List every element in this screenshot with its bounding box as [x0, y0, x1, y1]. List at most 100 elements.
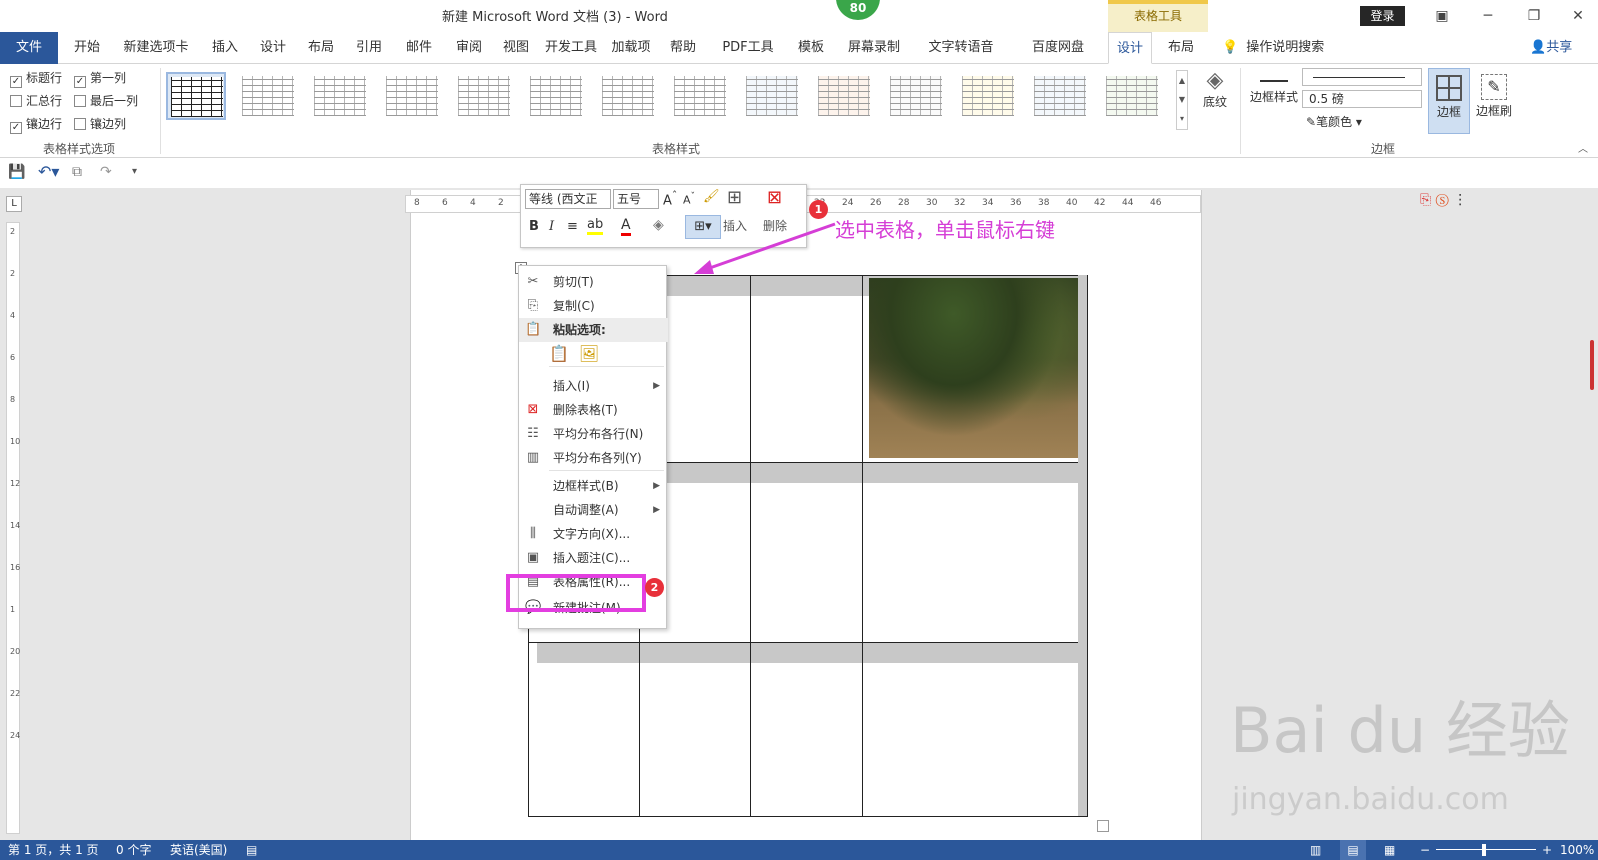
customize-qat-icon[interactable]: ▾	[132, 166, 137, 177]
context-menu-item[interactable]: 自动调整(A) ▶	[519, 498, 668, 522]
zoom-slider[interactable]	[1436, 849, 1536, 850]
font-color-icon[interactable]: A	[621, 217, 631, 236]
tab-selector-icon[interactable]: L	[6, 196, 22, 212]
style-option-checkbox[interactable]: 镶边列	[74, 114, 126, 134]
table-style-thumbnail[interactable]	[1102, 72, 1162, 120]
side-handle[interactable]	[1590, 340, 1594, 390]
style-option-checkbox[interactable]: ✓ 镶边行	[10, 114, 62, 134]
table-cell[interactable]	[862, 462, 1088, 643]
context-menu-item[interactable]: ⊠ 删除表格(T)	[519, 398, 668, 422]
paste-picture-icon[interactable]: 🖼	[579, 344, 599, 363]
login-button[interactable]: 登录	[1360, 6, 1405, 26]
tab-item[interactable]: 百度网盘	[1012, 32, 1104, 64]
table-style-thumbnail[interactable]	[598, 72, 658, 120]
tell-me-search[interactable]: 💡 操作说明搜索	[1222, 32, 1324, 64]
tab-item[interactable]: 帮助	[660, 32, 706, 64]
language-status[interactable]: 英语(美国)	[170, 840, 227, 860]
field-photo-image[interactable]	[869, 278, 1081, 458]
tab-item[interactable]: 邮件	[396, 32, 442, 64]
table-style-thumbnail[interactable]	[1030, 72, 1090, 120]
table-style-thumbnail[interactable]	[670, 72, 730, 120]
tab-item[interactable]: 布局	[298, 32, 344, 64]
pen-color-button[interactable]: ✎笔颜色 ▾	[1306, 113, 1362, 130]
style-option-checkbox[interactable]: 汇总行	[10, 91, 62, 111]
print-layout-icon[interactable]: ▤	[1340, 840, 1366, 860]
table-cell[interactable]	[639, 642, 751, 817]
table-cell[interactable]	[862, 642, 1088, 817]
font-name-select[interactable]: 等线 (西文正	[525, 189, 611, 209]
share-button[interactable]: 👤共享	[1530, 32, 1572, 64]
grow-font-icon[interactable]: Aˆ	[663, 189, 677, 208]
format-painter-icon[interactable]: 🖌	[703, 189, 720, 204]
table-style-thumbnail[interactable]	[166, 72, 226, 120]
table-style-thumbnail[interactable]	[310, 72, 370, 120]
word-count[interactable]: 0 个字	[116, 840, 151, 860]
font-size-select[interactable]: 五号	[613, 189, 659, 209]
borders-button[interactable]: 边框	[1428, 68, 1470, 134]
zoom-level[interactable]: 100%	[1560, 840, 1594, 860]
align-center-icon[interactable]: ≡	[567, 219, 578, 234]
tab-item[interactable]: 加载项	[604, 32, 658, 64]
tab-item[interactable]: 设计	[1108, 32, 1152, 64]
context-menu-item[interactable]: ☷ 平均分布各行(N)	[519, 422, 668, 446]
tab-item[interactable]: 模板	[788, 32, 834, 64]
read-mode-icon[interactable]: ▥	[1310, 840, 1321, 860]
minimize-icon[interactable]: ─	[1468, 4, 1508, 28]
table-style-thumbnail[interactable]	[958, 72, 1018, 120]
context-menu-item[interactable]: ▥ 平均分布各列(Y)	[519, 446, 668, 470]
table-resize-handle[interactable]	[1097, 820, 1109, 832]
tab-item[interactable]: 开发工具	[540, 32, 602, 64]
collapse-ribbon-icon[interactable]: ︿	[1578, 140, 1588, 155]
tab-item[interactable]: 引用	[346, 32, 392, 64]
macro-icon[interactable]: ▤	[246, 840, 257, 860]
web-layout-icon[interactable]: ▦	[1384, 840, 1395, 860]
table-style-thumbnail[interactable]	[742, 72, 802, 120]
tab-item[interactable]: 新建选项卡	[112, 32, 200, 64]
style-option-checkbox[interactable]: ✓ 第一列	[74, 68, 126, 88]
style-option-checkbox[interactable]: ✓ 标题行	[10, 68, 62, 88]
table-style-thumbnail[interactable]	[526, 72, 586, 120]
tab-item[interactable]: PDF工具	[710, 32, 786, 64]
table-style-thumbnail[interactable]	[454, 72, 514, 120]
highlight-color-icon[interactable]: ab	[587, 217, 604, 235]
pdf-tool-icon[interactable]: ⎘ Ⓢ ⋮	[1420, 192, 1467, 208]
close-icon[interactable]: ✕	[1558, 4, 1598, 28]
restore-icon[interactable]: ❐	[1514, 4, 1554, 28]
context-menu-item[interactable]: ⫼ 文字方向(X)...	[519, 522, 668, 546]
bold-button[interactable]: B	[529, 219, 539, 234]
tab-item[interactable]: 文字转语音	[912, 32, 1010, 64]
tab-item[interactable]: 插入	[202, 32, 248, 64]
page-count[interactable]: 第 1 页，共 1 页	[8, 840, 99, 860]
border-styles-button[interactable]: 边框样式	[1248, 70, 1300, 130]
ribbon-display-icon[interactable]: ▣	[1422, 4, 1462, 28]
context-menu-item[interactable]: 插入(I) ▶	[519, 374, 668, 398]
vertical-ruler[interactable]: 2 2 4 6 8 10 12 14 16 1 20 22 24	[6, 222, 20, 834]
tab-item[interactable]: 设计	[250, 32, 296, 64]
insert-table-icon[interactable]: ⊞	[727, 187, 755, 209]
tab-item[interactable]: 视图	[494, 32, 538, 64]
italic-button[interactable]: I	[549, 219, 554, 234]
table-style-thumbnail[interactable]	[382, 72, 442, 120]
context-menu-item[interactable]: ▣ 插入题注(C)...	[519, 546, 668, 570]
context-menu-item[interactable]: ⎘ 复制(C)	[519, 294, 668, 318]
shading-button[interactable]: ◈ 底纹	[1196, 68, 1234, 128]
undo-icon[interactable]: ↶▾	[38, 162, 59, 181]
tab-item[interactable]: 屏幕录制	[838, 32, 910, 64]
tab-file[interactable]: 文件	[0, 32, 58, 64]
border-painter-button[interactable]: ✎ 边框刷	[1472, 68, 1516, 128]
table-cell[interactable]	[750, 462, 863, 643]
table-style-thumbnail[interactable]	[886, 72, 946, 120]
save-icon[interactable]: 💾	[8, 164, 25, 180]
style-option-checkbox[interactable]: 最后一列	[74, 91, 138, 111]
delete-table-icon[interactable]: ⊠	[767, 187, 795, 209]
table-cell[interactable]	[528, 642, 647, 817]
tab-item[interactable]: 布局	[1158, 32, 1204, 64]
table-cell[interactable]	[750, 642, 863, 817]
table-style-thumbnail[interactable]	[814, 72, 874, 120]
gallery-scroll[interactable]: ▲ ▼ ▾	[1176, 70, 1188, 130]
copy-format-icon[interactable]: ⧉	[72, 164, 82, 180]
table-cell[interactable]	[750, 275, 863, 463]
table-cell[interactable]	[862, 275, 1088, 463]
tab-item[interactable]: 审阅	[446, 32, 492, 64]
redo-icon[interactable]: ↷	[100, 164, 112, 180]
